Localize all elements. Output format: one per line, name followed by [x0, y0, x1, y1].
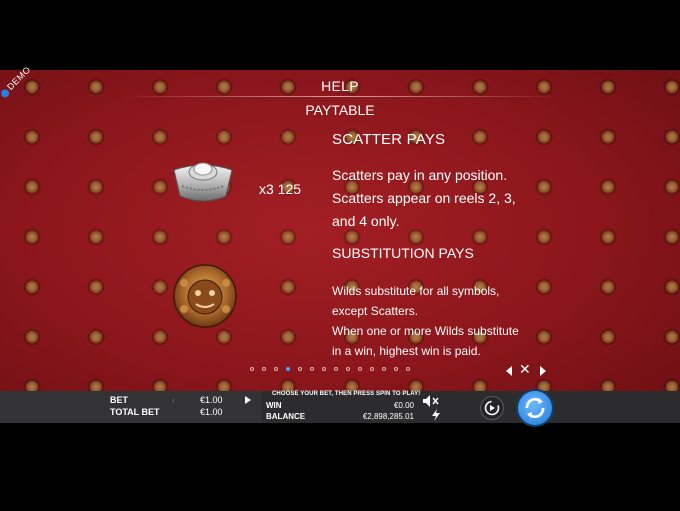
substitution-line: Wilds substitute for all symbols, [332, 284, 500, 298]
speaker-muted-icon[interactable] [422, 394, 440, 408]
golden-lion-icon [173, 264, 237, 328]
arrow-right-icon[interactable] [540, 366, 546, 376]
substitution-description: Wilds substitute for all symbols, except… [332, 281, 519, 361]
page-dot[interactable] [358, 367, 362, 371]
win-label: WIN [266, 401, 282, 410]
bet-increase-icon[interactable] [245, 396, 251, 404]
paytable-title: PAYTABLE [305, 102, 375, 118]
page-dot[interactable] [286, 367, 290, 371]
arrow-left-icon[interactable] [506, 366, 512, 376]
page-dot[interactable] [346, 367, 350, 371]
balance-value: €2,898,285.01 [362, 412, 414, 421]
silver-ingot-icon [173, 162, 233, 202]
page-dot[interactable] [322, 367, 326, 371]
spin-button[interactable] [516, 389, 554, 427]
substitution-pays-heading: SUBSTITUTION PAYS [332, 245, 474, 261]
win-value: €0.00 [393, 401, 414, 410]
total-bet-value: €1.00 [200, 407, 223, 417]
game-area: HELP PAYTABLE x3 125 SCATTER PAYS Scatte… [0, 70, 680, 423]
scatter-line: and 4 only. [332, 213, 400, 229]
page-dot[interactable] [334, 367, 338, 371]
help-title: HELP [321, 78, 359, 94]
balance-label: BALANCE [266, 412, 306, 421]
bet-decrease-icon[interactable]: ‹ [172, 395, 175, 405]
close-icon[interactable]: ✕ [519, 361, 531, 378]
page-dot[interactable] [310, 367, 314, 371]
autoplay-icon [484, 400, 500, 416]
page-dot[interactable] [370, 367, 374, 371]
spin-icon [525, 397, 545, 419]
page-dot[interactable] [250, 367, 254, 371]
bet-label: BET [110, 395, 128, 405]
pagination-dots [250, 367, 410, 371]
page-dot[interactable] [406, 367, 410, 371]
status-message: CHOOSE YOUR BET, THEN PRESS SPIN TO PLAY… [272, 391, 421, 397]
scatter-multiplier: x3 125 [259, 181, 302, 197]
scatter-line: Scatters pay in any position. [332, 167, 508, 183]
divider [120, 96, 560, 97]
autoplay-button[interactable] [480, 396, 504, 420]
scatter-line: Scatters appear on reels 2, 3, [332, 190, 516, 206]
substitution-line: in a win, highest win is paid. [332, 344, 481, 358]
lightning-icon[interactable] [430, 409, 442, 421]
total-bet-label: TOTAL BET [110, 407, 160, 417]
scatter-pays-heading: SCATTER PAYS [332, 131, 446, 148]
page-dot[interactable] [262, 367, 266, 371]
substitution-line: except Scatters. [332, 304, 419, 318]
page-dot[interactable] [298, 367, 302, 371]
page-dot[interactable] [394, 367, 398, 371]
page-dot[interactable] [382, 367, 386, 371]
page-dot[interactable] [274, 367, 278, 371]
bet-value: €1.00 [200, 395, 223, 405]
bottom-bar: BET ‹ €1.00 TOTAL BET €1.00 CHOOSE YOUR … [0, 391, 680, 423]
scatter-description: Scatters pay in any position. Scatters a… [332, 164, 516, 233]
substitution-line: When one or more Wilds substitute [332, 324, 519, 338]
